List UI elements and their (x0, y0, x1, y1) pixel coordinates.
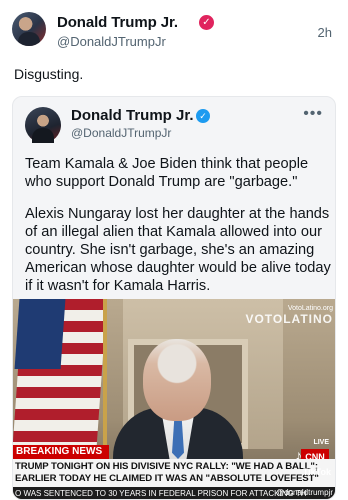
post-header: Donald Trump Jr. ✓ @DonaldJTrumpJr 2h (12, 12, 336, 52)
chyron: TRUMP TONIGHT ON HIS DIVISIVE NYC RALLY:… (13, 459, 335, 487)
watermark-url: VotoLatino.org (287, 305, 333, 312)
live-label: LIVE (313, 439, 329, 446)
watermark-logo: VOTOLATINO (245, 312, 333, 326)
tiktok-label: TikTok (302, 467, 331, 477)
embedded-author-name: Donald Trump Jr. (71, 107, 194, 124)
verified-badge-icon: ✓ (199, 15, 214, 30)
verified-check-icon: ✓ (196, 109, 210, 123)
video-frame: VotoLatino.org VOTOLATINO LIVE ♪ BREAKIN… (13, 299, 335, 499)
person-head (143, 339, 211, 421)
avatar[interactable] (12, 12, 46, 46)
video-watermark: VotoLatino.org VOTOLATINO (245, 305, 333, 326)
breaking-news-label: BREAKING NEWS (13, 445, 109, 459)
post-timestamp[interactable]: 2h (318, 25, 332, 40)
ticker-text: O WAS SENTENCED TO 30 YEARS IN FEDERAL P… (15, 489, 307, 498)
tiktok-handle: @donaldtrumpjr (275, 488, 333, 497)
flag-canton (14, 299, 66, 369)
chyron-line-2: EARLIER TODAY HE CLAIMED IT WAS AN "ABSO… (15, 473, 319, 484)
chyron-line-1: TRUMP TONIGHT ON HIS DIVISIVE NYC RALLY:… (15, 461, 318, 472)
embedded-author-handle: @DonaldJTrumpJr (71, 126, 172, 140)
embedded-avatar (25, 107, 61, 143)
post-text: Disgusting. (14, 66, 84, 82)
embedded-paragraph-1: Team Kamala & Joe Biden think that peopl… (25, 156, 309, 190)
more-options-icon: ••• (303, 105, 323, 122)
author-handle[interactable]: @DonaldJTrumpJr (57, 34, 166, 49)
embedded-post-image[interactable]: Donald Trump Jr. ✓ @DonaldJTrumpJr ••• T… (12, 96, 336, 500)
author-name[interactable]: Donald Trump Jr. (57, 14, 178, 31)
embedded-paragraph-2: Alexis Nungaray lost her daughter at the… (25, 206, 331, 294)
